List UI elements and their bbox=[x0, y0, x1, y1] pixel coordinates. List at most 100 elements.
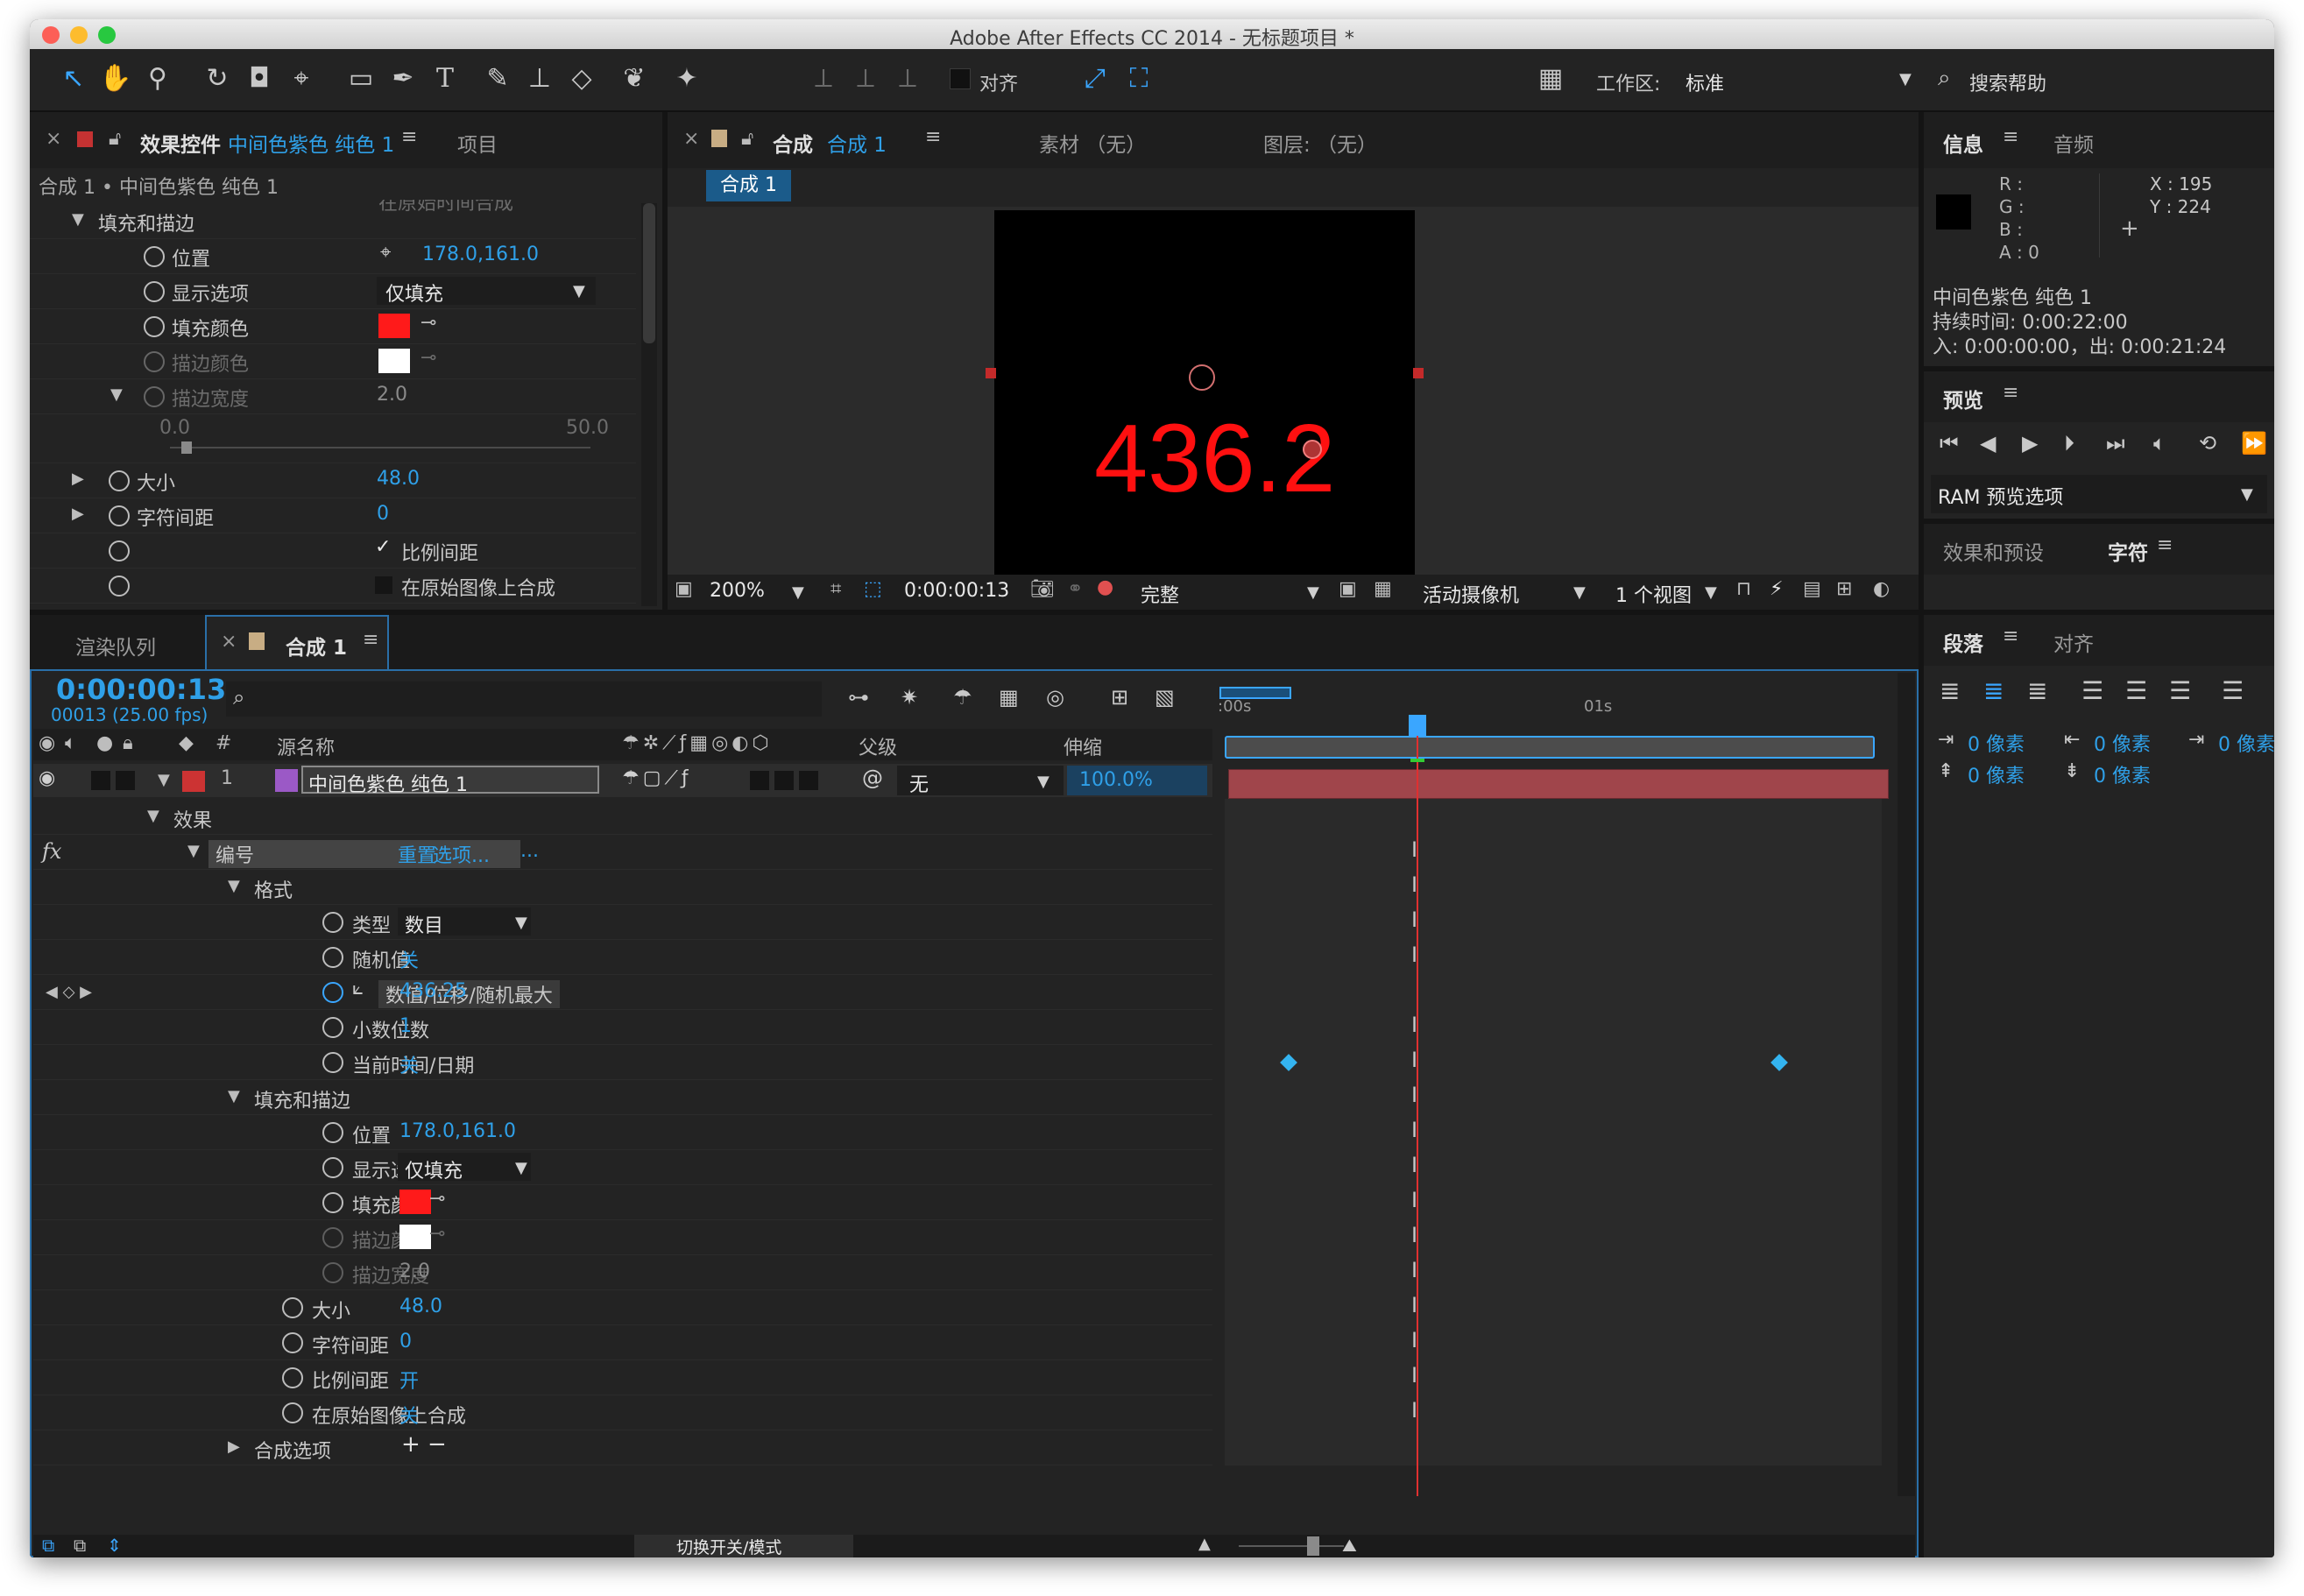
twirl-open-icon[interactable]: ▼ bbox=[187, 842, 200, 860]
viewer-timecode[interactable]: 0:00:00:13 bbox=[904, 580, 1009, 602]
ec-row-composite[interactable]: 在原始图像上合成 bbox=[30, 568, 636, 604]
align-right-icon[interactable]: ≣ bbox=[2027, 676, 2047, 705]
property-row[interactable]: ▼ 填充和描边 bbox=[33, 1079, 1212, 1115]
panel-menu-icon[interactable]: ≡ bbox=[2157, 534, 2173, 556]
property-row[interactable]: 在原始图像上合成关 bbox=[33, 1395, 1212, 1430]
ec-size-value[interactable]: 48.0 bbox=[377, 468, 420, 490]
effect-link[interactable]: ... bbox=[520, 840, 539, 862]
layer-switch-box[interactable] bbox=[774, 771, 794, 790]
layer-switch-box[interactable] bbox=[799, 771, 818, 790]
stopwatch-icon[interactable] bbox=[322, 912, 343, 933]
ec-scrollbar-thumb[interactable] bbox=[643, 203, 655, 343]
justify-all-icon[interactable]: ☰ bbox=[2222, 676, 2244, 705]
indent-left-value[interactable]: 0 像素 bbox=[1968, 729, 2025, 757]
stopwatch-icon[interactable] bbox=[109, 470, 130, 491]
chevron-down-icon[interactable]: ▼ bbox=[1307, 583, 1319, 602]
property-value[interactable]: 关 bbox=[399, 945, 419, 973]
comp-mini-flowchart-icon[interactable]: ⊶ bbox=[848, 685, 869, 710]
layer-row[interactable]: ◉ ▼ 1 中间色紫色 纯色 1 ☂▢⟋ƒ @ 无 ▼ 100.0% bbox=[33, 764, 1212, 797]
roto-brush-tool-icon[interactable]: ❦ bbox=[617, 61, 652, 96]
twirl-closed-icon[interactable]: ▶ bbox=[72, 505, 84, 523]
stopwatch-icon[interactable] bbox=[322, 947, 343, 968]
chevron-down-icon[interactable]: ▼ bbox=[573, 282, 585, 300]
stopwatch-icon[interactable] bbox=[322, 1262, 343, 1283]
snapshot-icon[interactable]: 📷︎ bbox=[1030, 578, 1055, 600]
color-swatch[interactable] bbox=[399, 1190, 431, 1214]
always-preview-icon[interactable]: ▣ bbox=[675, 578, 693, 600]
flowchart-icon[interactable]: ⊞ bbox=[1836, 578, 1852, 600]
layer-duration-bar[interactable] bbox=[1228, 769, 1889, 799]
property-value[interactable]: 436.25 bbox=[399, 980, 467, 1002]
slider-thumb[interactable] bbox=[181, 441, 193, 454]
twirl-open-icon[interactable]: ▼ bbox=[72, 210, 84, 229]
search-icon[interactable]: ⌕ bbox=[1938, 65, 1951, 92]
panel-menu-icon[interactable]: ≡ bbox=[2003, 126, 2018, 148]
loop-icon[interactable]: ⟲ bbox=[2199, 431, 2216, 455]
property-value[interactable]: 0 bbox=[399, 1331, 412, 1352]
stopwatch-icon[interactable] bbox=[144, 246, 165, 267]
property-row[interactable]: ▼ 编号 重置 选项...... bbox=[33, 834, 1212, 870]
eyedropper-icon[interactable]: ⊸ bbox=[421, 347, 436, 369]
pen-tool-icon[interactable]: ✒ bbox=[385, 61, 421, 96]
in-out-pane-icon[interactable]: ⇕ bbox=[107, 1535, 122, 1556]
chevron-down-icon[interactable]: ▼ bbox=[792, 583, 804, 602]
stopwatch-icon[interactable] bbox=[322, 1122, 343, 1143]
layer-handle-right[interactable] bbox=[1413, 368, 1424, 378]
property-value[interactable]: 1 bbox=[399, 1015, 412, 1037]
justify-left-icon[interactable]: ☰ bbox=[2081, 676, 2103, 705]
selection-tool-icon[interactable]: ↖ bbox=[56, 61, 91, 96]
twirl-open-icon[interactable]: ▼ bbox=[228, 877, 240, 895]
align-center-icon[interactable]: ≣ bbox=[1983, 676, 2004, 705]
ec-tracking-value[interactable]: 0 bbox=[377, 503, 389, 525]
keyframe-navigator-icon[interactable]: ◀ ◇ ▶ bbox=[46, 983, 92, 1001]
tab-timeline-comp[interactable]: 合成 1 bbox=[286, 631, 347, 660]
frame-blending-icon[interactable]: ▦ bbox=[999, 685, 1019, 710]
layer-label-color[interactable] bbox=[182, 771, 205, 792]
ec-stroke-width-value[interactable]: 2.0 bbox=[377, 384, 407, 406]
stopwatch-icon[interactable] bbox=[144, 281, 165, 302]
fill-color-swatch[interactable] bbox=[378, 314, 410, 338]
snap-icon[interactable]: ⤢ bbox=[1078, 61, 1113, 96]
twirl-open-icon[interactable]: ▼ bbox=[147, 807, 159, 825]
fx-icon[interactable]: fx bbox=[42, 839, 61, 864]
view-axis-icon[interactable]: ⟂ bbox=[890, 61, 925, 96]
layer-visibility-icon[interactable]: ◉ bbox=[39, 767, 55, 789]
stopwatch-icon[interactable] bbox=[322, 1017, 343, 1038]
property-row[interactable]: ▼ 效果 bbox=[33, 799, 1212, 835]
panel-menu-icon[interactable]: ≡ bbox=[2003, 625, 2018, 647]
search-help-input[interactable]: 搜索帮助 bbox=[1969, 68, 2046, 96]
chevron-down-icon[interactable]: ▼ bbox=[2241, 485, 2253, 504]
panel-menu-icon[interactable]: ≡ bbox=[363, 629, 378, 651]
stopwatch-icon[interactable] bbox=[322, 1192, 343, 1213]
toggle-pixel-aspect-icon[interactable]: ⊓ bbox=[1736, 578, 1751, 600]
align-left-icon[interactable]: ≣ bbox=[1940, 676, 1960, 705]
tab-composition-name[interactable]: 合成 1 bbox=[827, 128, 887, 158]
show-snapshot-icon[interactable]: ⚭ bbox=[1067, 578, 1083, 600]
stopwatch-icon[interactable] bbox=[282, 1297, 303, 1318]
twirl-open-icon[interactable]: ▼ bbox=[110, 385, 123, 404]
zoom-out-icon[interactable]: ▲ bbox=[1198, 1535, 1211, 1553]
camera-dropdown[interactable]: 活动摄像机 bbox=[1423, 580, 1519, 608]
crosshair-icon[interactable]: ⌖ bbox=[380, 242, 391, 264]
stretch-field[interactable]: 100.0% bbox=[1067, 766, 1207, 795]
indent-right-value[interactable]: 0 像素 bbox=[2094, 729, 2151, 757]
tab-footage[interactable]: 素材 （无） bbox=[1039, 128, 1146, 158]
viewer-area[interactable]: 436.2 bbox=[668, 207, 1919, 575]
tab-info[interactable]: 信息 bbox=[1943, 128, 1983, 158]
audio-icon[interactable]: 🔈︎ bbox=[2153, 431, 2166, 455]
stopwatch-icon[interactable] bbox=[322, 1227, 343, 1248]
property-row[interactable]: 描边宽度 2.0 bbox=[33, 1254, 1212, 1290]
panel-menu-icon[interactable]: ≡ bbox=[2003, 382, 2018, 404]
eraser-tool-icon[interactable]: ◇ bbox=[564, 61, 599, 96]
tab-align[interactable]: 对齐 bbox=[2053, 627, 2094, 657]
tab-project[interactable]: 项目 bbox=[457, 128, 498, 158]
justify-right-icon[interactable]: ☰ bbox=[2169, 676, 2191, 705]
tab-paragraph[interactable]: 段落 bbox=[1943, 627, 1983, 657]
workspace-dropdown[interactable]: 标准 bbox=[1686, 68, 1724, 96]
eyedropper-icon[interactable]: ⊸ bbox=[421, 312, 436, 334]
close-icon[interactable]: × bbox=[683, 128, 699, 150]
checkmark-icon[interactable]: ✓ bbox=[375, 536, 391, 558]
exposure-icon[interactable]: ◐ bbox=[1873, 578, 1890, 600]
eye-icon[interactable]: ◉ bbox=[39, 732, 55, 754]
resolution-dropdown[interactable]: 完整 bbox=[1141, 580, 1179, 608]
